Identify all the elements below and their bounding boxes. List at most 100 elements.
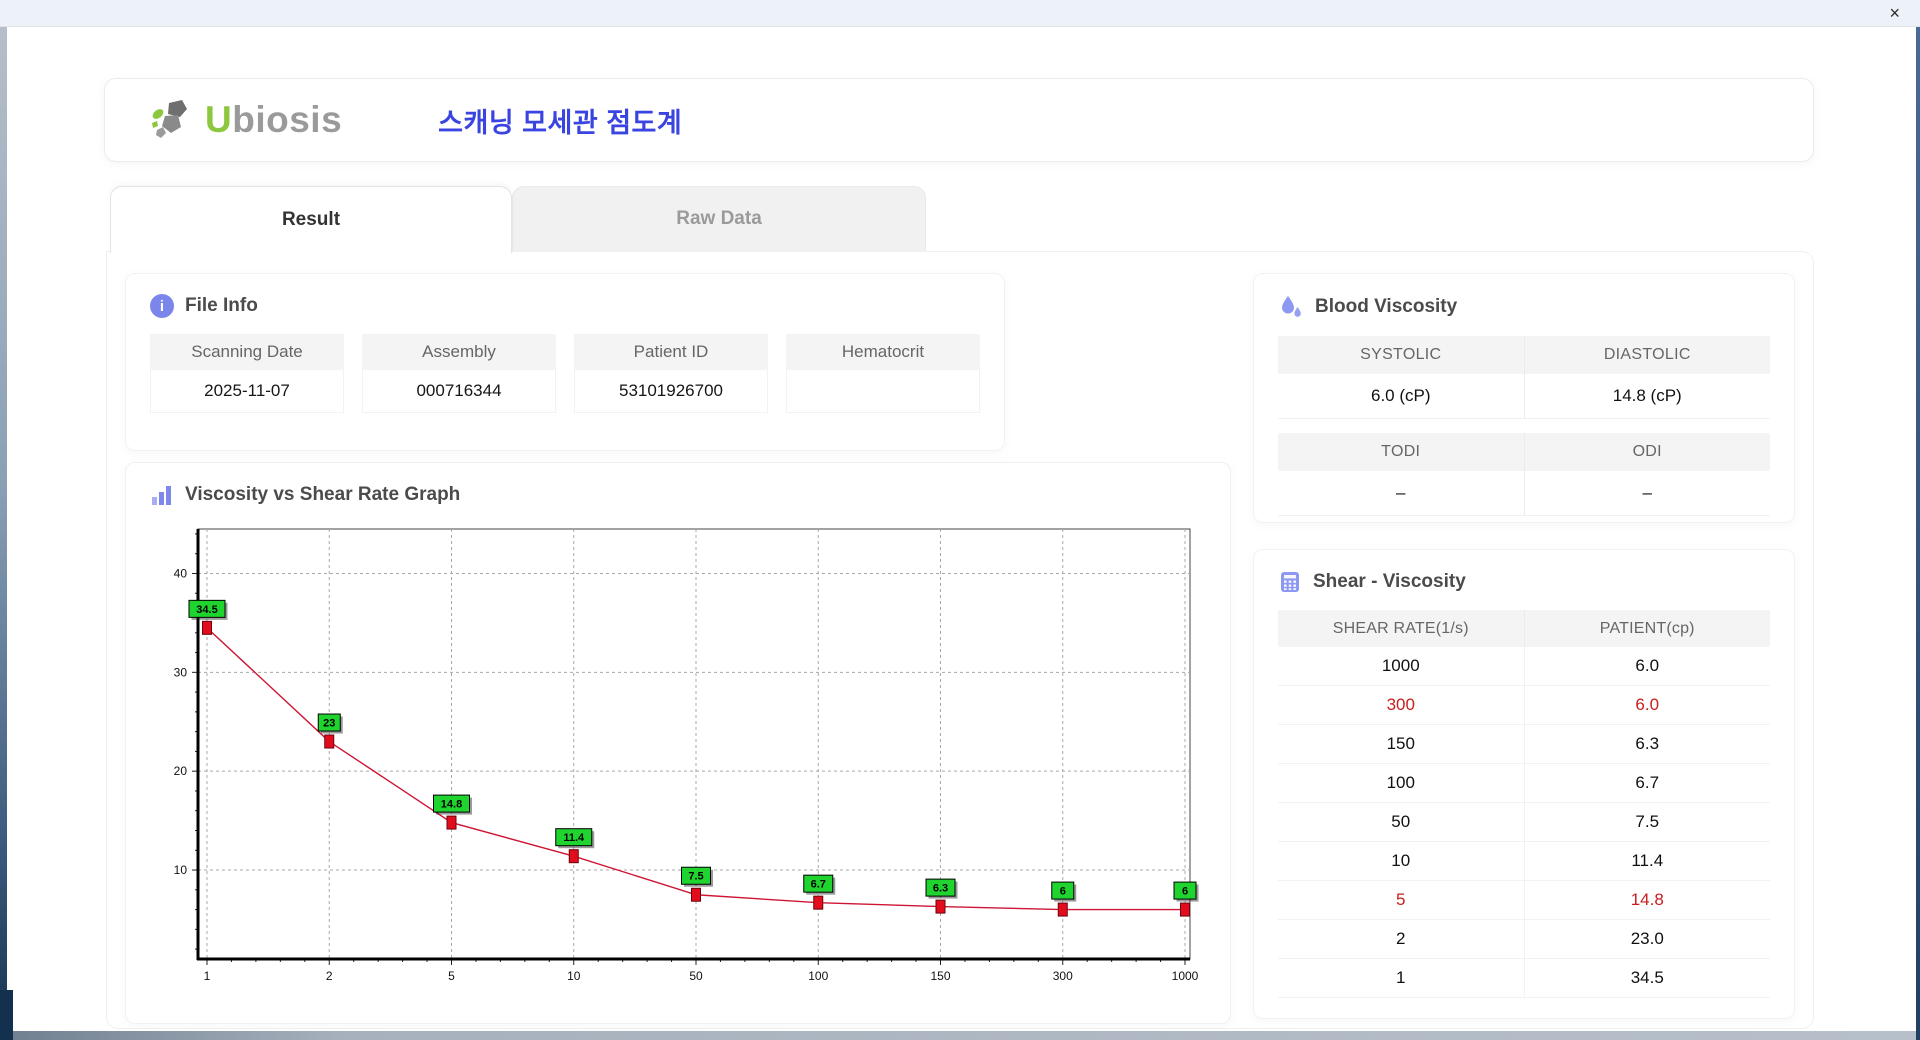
droplets-icon xyxy=(1282,296,1301,317)
bv-header: ODI xyxy=(1523,433,1770,471)
bv-header: SYSTOLIC xyxy=(1278,336,1524,374)
table-grid-icon xyxy=(1281,572,1299,592)
svg-text:11.4: 11.4 xyxy=(563,832,585,844)
svg-text:6: 6 xyxy=(1182,886,1188,898)
shear-viscosity-table: SHEAR RATE(1/s) PATIENT(cp) 1000 6.0 300 6.… xyxy=(1278,610,1770,998)
cell-shear-rate: 300 xyxy=(1386,695,1415,714)
shear-viscosity-header-row: SHEAR RATE(1/s) PATIENT(cp) xyxy=(1278,610,1770,647)
table-row: 5 14.8 xyxy=(1278,881,1770,920)
viscosity-shear-chart: 10 20 30 40 1 2 5 10 50 100 150 300 1000 34.5 23 14.8 11… xyxy=(174,528,1199,983)
svg-text:10: 10 xyxy=(567,969,581,983)
graph-card: Viscosity vs Shear Rate Graph 10 20 30 40 1 2… xyxy=(125,462,1231,1024)
table-row: 10 11.4 xyxy=(1278,842,1770,881)
blood-viscosity-table: SYSTOLIC DIASTOLIC 6.0 (cP) 14.8 (cP) TODI OD… xyxy=(1254,320,1794,516)
table-row: 300 6.0 xyxy=(1278,686,1770,725)
svg-text:6.7: 6.7 xyxy=(811,879,826,891)
blood-viscosity-group: TODI ODI – – xyxy=(1278,433,1770,516)
shear-viscosity-title-row: Shear - Viscosity xyxy=(1254,550,1794,594)
cell-shear-rate: 100 xyxy=(1386,773,1415,792)
cell-patient: 7.5 xyxy=(1523,803,1771,841)
logo-rest: biosis xyxy=(232,99,343,140)
logo-u: U xyxy=(205,99,233,140)
desktop-edge-right xyxy=(1916,26,1920,1040)
svg-text:5: 5 xyxy=(448,969,455,983)
field-value xyxy=(786,370,980,413)
cell-shear-rate: 1 xyxy=(1396,968,1406,987)
file-info-title-row: i File Info xyxy=(126,274,1004,318)
bar-chart-icon xyxy=(152,486,171,505)
file-info-field: Assembly 000716344 xyxy=(362,334,556,413)
file-info-field: Scanning Date 2025-11-07 xyxy=(150,334,344,413)
cell-shear-rate: 150 xyxy=(1386,734,1415,753)
page-title: 스캐닝 모세관 점도계 xyxy=(438,107,683,138)
svg-text:300: 300 xyxy=(1053,969,1073,983)
window-titlebar: × xyxy=(0,0,1920,27)
svg-text:10: 10 xyxy=(174,863,188,877)
svg-text:2: 2 xyxy=(326,969,333,983)
bv-header: TODI xyxy=(1278,433,1524,471)
bv-value: – xyxy=(1523,471,1770,516)
blood-viscosity-group: SYSTOLIC DIASTOLIC 6.0 (cP) 14.8 (cP) xyxy=(1278,336,1770,419)
file-info-field: Patient ID 53101926700 xyxy=(574,334,768,413)
table-row: 1 34.5 xyxy=(1278,959,1770,998)
field-value: 53101926700 xyxy=(574,370,768,413)
desktop-corner xyxy=(0,990,13,1040)
desktop-edge-left xyxy=(0,26,7,1040)
bv-value: 14.8 (cP) xyxy=(1523,374,1770,419)
tab-result[interactable]: Result xyxy=(110,186,512,253)
field-value: 000716344 xyxy=(362,370,556,413)
table-row: 50 7.5 xyxy=(1278,803,1770,842)
bv-header: DIASTOLIC xyxy=(1523,336,1770,374)
cell-patient: 6.0 xyxy=(1523,686,1771,724)
cell-shear-rate: 50 xyxy=(1391,812,1411,831)
close-icon[interactable]: × xyxy=(1889,2,1900,24)
field-label: Patient ID xyxy=(574,334,768,370)
cell-patient: 23.0 xyxy=(1523,920,1771,958)
cell-patient: 6.3 xyxy=(1523,725,1771,763)
svg-text:6.3: 6.3 xyxy=(933,883,948,895)
field-value: 2025-11-07 xyxy=(150,370,344,413)
col-shear-rate: SHEAR RATE(1/s) xyxy=(1332,619,1469,637)
file-info-fields: Scanning Date 2025-11-07 Assembly 000716344… xyxy=(126,318,1004,413)
chart-area: 10 20 30 40 1 2 5 10 50 100 150 300 1000 34.5 23 14.8 11… xyxy=(152,521,1230,998)
cell-patient: 14.8 xyxy=(1523,881,1771,919)
field-label: Assembly xyxy=(362,334,556,370)
desktop-edge-bottom xyxy=(0,1031,1920,1040)
info-icon: i xyxy=(150,294,174,318)
cell-shear-rate: 10 xyxy=(1391,851,1411,870)
svg-text:1000: 1000 xyxy=(1172,969,1199,983)
bv-value: 6.0 (cP) xyxy=(1278,374,1524,419)
field-label: Hematocrit xyxy=(786,334,980,370)
svg-text:100: 100 xyxy=(808,969,828,983)
ubiosis-logo: Ubiosis xyxy=(149,97,342,143)
col-patient: PATIENT(cp) xyxy=(1523,610,1771,647)
svg-text:50: 50 xyxy=(689,969,703,983)
svg-text:30: 30 xyxy=(174,665,188,679)
blood-viscosity-title-row: Blood Viscosity xyxy=(1254,274,1794,320)
app-window: { "window": { "close_label": "×" }, "hea… xyxy=(0,0,1920,1040)
cell-patient: 11.4 xyxy=(1523,842,1771,880)
cell-patient: 6.0 xyxy=(1523,647,1771,685)
svg-text:7.5: 7.5 xyxy=(688,871,703,883)
cell-patient: 34.5 xyxy=(1523,959,1771,997)
blood-viscosity-title: Blood Viscosity xyxy=(1315,296,1458,317)
tab-raw-data[interactable]: Raw Data xyxy=(512,186,926,251)
shear-viscosity-rows: 1000 6.0 300 6.0 150 6.3 100 6.7 50 7.5 10 11.4 5 14.… xyxy=(1278,647,1770,998)
svg-text:20: 20 xyxy=(174,764,188,778)
cell-patient: 6.7 xyxy=(1523,764,1771,802)
svg-text:14.8: 14.8 xyxy=(441,799,462,811)
shear-viscosity-card: Shear - Viscosity SHEAR RATE(1/s) PATIEN… xyxy=(1253,549,1795,1019)
field-label: Scanning Date xyxy=(150,334,344,370)
table-row: 100 6.7 xyxy=(1278,764,1770,803)
file-info-field: Hematocrit xyxy=(786,334,980,413)
svg-text:150: 150 xyxy=(930,969,950,983)
ubiosis-logo-icon xyxy=(152,100,187,138)
graph-title-row: Viscosity vs Shear Rate Graph xyxy=(126,463,1230,507)
svg-text:23: 23 xyxy=(323,718,335,730)
header-card: Ubiosis 스캐닝 모세관 점도계 xyxy=(104,78,1814,162)
cell-shear-rate: 2 xyxy=(1396,929,1406,948)
cell-shear-rate: 5 xyxy=(1396,890,1406,909)
logo-wordmark: Ubiosis xyxy=(205,99,342,141)
svg-text:34.5: 34.5 xyxy=(196,604,217,616)
graph-title: Viscosity vs Shear Rate Graph xyxy=(185,484,461,505)
